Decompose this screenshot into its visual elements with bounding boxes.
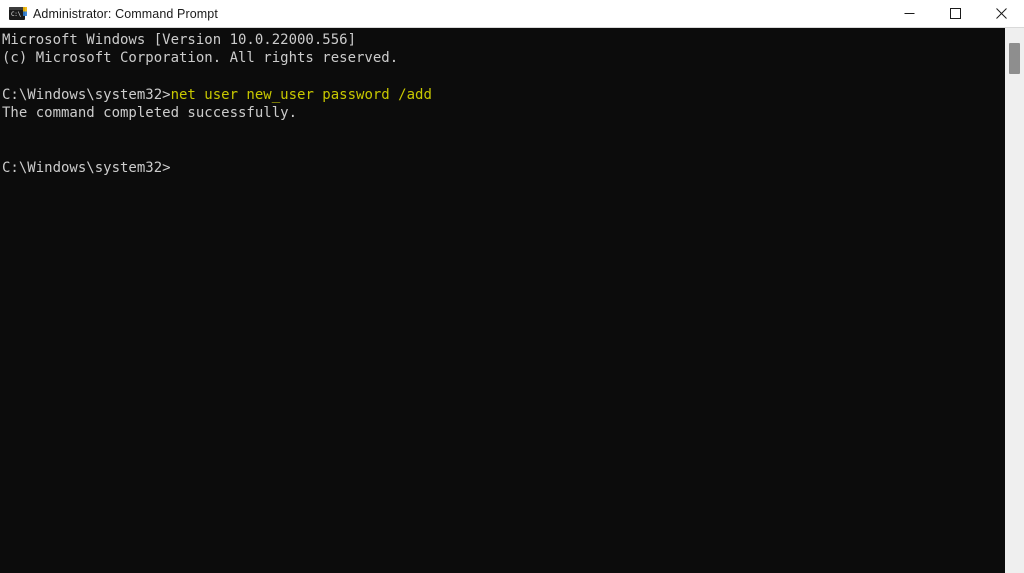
- vertical-scrollbar[interactable]: [1005, 28, 1024, 573]
- windows-flag-accent-icon: [23, 6, 27, 16]
- window-title: Administrator: Command Prompt: [33, 6, 218, 21]
- terminal-text: The command completed successfully.: [2, 105, 298, 122]
- close-button[interactable]: [978, 0, 1024, 27]
- terminal-text: (c) Microsoft Corporation. All rights re…: [2, 50, 399, 67]
- caption-button-group: [886, 0, 1024, 27]
- window-body: Microsoft Windows [Version 10.0.22000.55…: [0, 28, 1024, 573]
- command-prompt-icon-glyph: C:\: [11, 10, 21, 18]
- terminal-text: C:\Windows\system32>: [2, 160, 171, 177]
- terminal-command-text: net user new_user password /add: [170, 86, 432, 103]
- close-icon: [995, 8, 1007, 19]
- title-bar[interactable]: C:\ Administrator: Command Prompt: [0, 0, 1024, 28]
- terminal-text: C:\Windows\system32>: [2, 86, 171, 103]
- terminal-line: C:\Windows\system32>: [2, 159, 1005, 177]
- terminal-output[interactable]: Microsoft Windows [Version 10.0.22000.55…: [0, 28, 1005, 573]
- minimize-icon: [904, 13, 914, 14]
- command-prompt-icon: C:\: [9, 6, 27, 22]
- command-prompt-window: C:\ Administrator: Command Prompt Micros…: [0, 0, 1024, 573]
- maximize-icon: [949, 8, 961, 19]
- terminal-line: C:\Windows\system32>net user new_user pa…: [2, 86, 1005, 104]
- terminal-line: Microsoft Windows [Version 10.0.22000.55…: [2, 31, 1005, 49]
- minimize-button[interactable]: [886, 0, 932, 27]
- scrollbar-thumb[interactable]: [1009, 43, 1020, 74]
- terminal-line: (c) Microsoft Corporation. All rights re…: [2, 49, 1005, 67]
- terminal-text: Microsoft Windows [Version 10.0.22000.55…: [2, 32, 357, 48]
- maximize-button[interactable]: [932, 0, 978, 27]
- terminal-line: The command completed successfully.: [2, 104, 1005, 122]
